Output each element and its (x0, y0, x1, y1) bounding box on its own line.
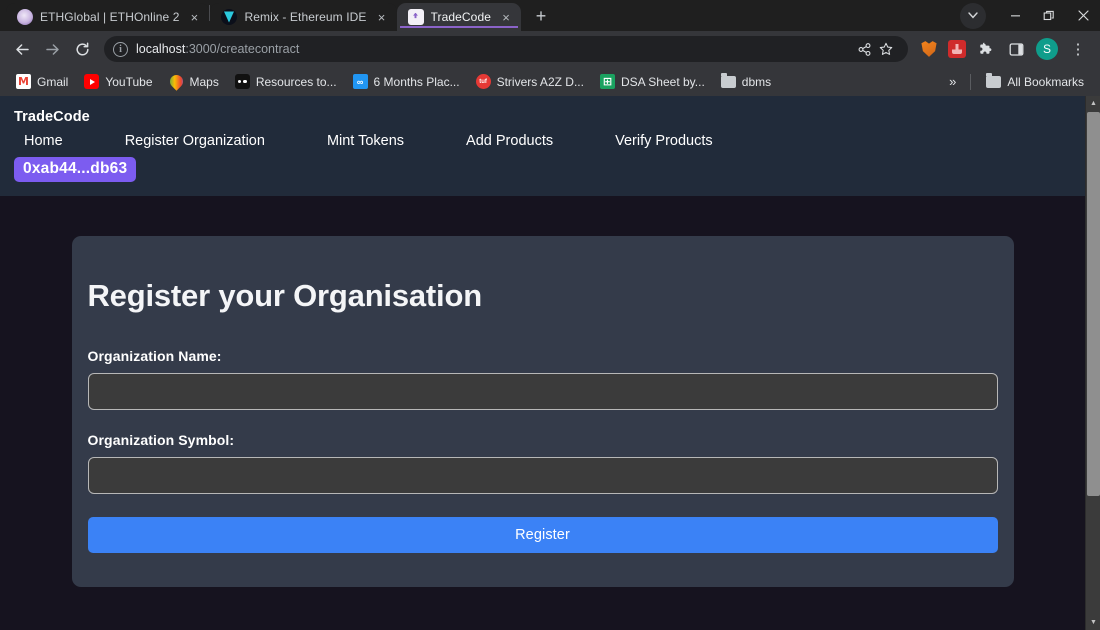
page-content: Register your Organisation Organization … (0, 196, 1085, 587)
folder-icon (986, 72, 1002, 89)
nav-links: Home Register Organization Mint Tokens A… (14, 133, 1085, 149)
bookmark-6-months-placement[interactable]: ∞ 6 Months Plac... (345, 70, 468, 93)
folder-icon (720, 72, 736, 89)
reload-icon[interactable] (68, 35, 96, 63)
bookmark-youtube[interactable]: YouTube (76, 70, 160, 93)
nav-link-register-organization[interactable]: Register Organization (125, 133, 265, 149)
scroll-up-icon[interactable]: ▲ (1086, 96, 1100, 111)
browser-tab-ethglobal[interactable]: ETHGlobal | ETHOnline 2 × (6, 3, 210, 31)
bookmark-maps[interactable]: Maps (161, 70, 227, 93)
wallet-address-badge[interactable]: 0xab44...db63 (14, 157, 137, 182)
bookmarks-divider (970, 73, 972, 90)
forward-icon[interactable] (38, 35, 66, 63)
close-icon[interactable]: × (498, 9, 514, 25)
dots-icon (234, 74, 250, 89)
bookmarks-bar-right: » All Bookmarks (942, 70, 1092, 93)
bookmark-label: Maps (189, 74, 219, 89)
nav-link-home[interactable]: Home (24, 133, 63, 149)
bookmark-resources[interactable]: Resources to... (227, 70, 345, 93)
all-bookmarks-label: All Bookmarks (1007, 74, 1084, 89)
nav-link-add-products[interactable]: Add Products (466, 133, 553, 149)
bookmark-strivers-a2z[interactable]: tuf Strivers A2Z D... (468, 70, 592, 93)
profile-avatar[interactable]: S (1036, 38, 1058, 60)
bookmark-folder-dbms[interactable]: dbms (713, 70, 779, 93)
bookmark-label: YouTube (105, 74, 153, 89)
url-path: :3000/createcontract (185, 42, 300, 56)
scrollbar-thumb[interactable] (1087, 112, 1100, 496)
close-icon[interactable]: × (374, 9, 390, 25)
maximize-button[interactable] (1032, 0, 1066, 31)
page-title: Register your Organisation (87, 278, 483, 313)
gmail-icon: M (16, 74, 31, 89)
bookmark-dsa-sheet[interactable]: ⊞ DSA Sheet by... (592, 70, 713, 93)
bookmark-label: dbms (741, 74, 772, 89)
youtube-icon (84, 74, 100, 89)
scroll-down-icon[interactable]: ▼ (1086, 615, 1100, 630)
bookmark-label: Strivers A2Z D... (496, 74, 584, 89)
browser-tab-tradecode[interactable]: TradeCode × (396, 3, 521, 31)
bookmarks-bar: M Gmail YouTube Maps Resources to... ∞ 6… (0, 67, 1100, 96)
tab-title: Remix - Ethereum IDE (244, 10, 367, 24)
organization-name-input[interactable] (87, 373, 998, 410)
organization-name-label: Organization Name: (87, 348, 222, 364)
site-info-icon[interactable]: i (113, 41, 128, 57)
nav-link-verify-products[interactable]: Verify Products (615, 133, 713, 149)
tab-title: TradeCode (430, 10, 491, 24)
site-brand[interactable]: TradeCode (14, 109, 1085, 125)
page-viewport: TradeCode Home Register Organization Min… (0, 96, 1100, 630)
web-page: TradeCode Home Register Organization Min… (0, 96, 1085, 630)
sheet-icon: ⊞ (599, 74, 615, 89)
omnibox-actions (854, 39, 896, 59)
metamask-extension-icon[interactable] (921, 41, 937, 57)
organization-symbol-input[interactable] (87, 457, 998, 494)
register-organisation-card: Register your Organisation Organization … (71, 236, 1014, 587)
side-panel-icon[interactable] (1002, 35, 1030, 63)
minimize-button[interactable] (998, 0, 1032, 31)
tab-strip: ETHGlobal | ETHOnline 2 × Remix - Ethere… (0, 0, 1100, 31)
close-icon[interactable]: × (186, 9, 202, 25)
infinity-icon: ∞ (352, 74, 368, 89)
url-text: localhost:3000/createcontract (136, 42, 846, 56)
maps-icon (166, 72, 186, 91)
tradecode-icon (399, 9, 518, 28)
takeuforward-icon: tuf (475, 74, 491, 89)
tab-search-icon[interactable] (960, 2, 986, 29)
new-tab-button[interactable]: + (527, 2, 555, 30)
browser-tab-remix[interactable]: Remix - Ethereum IDE × (210, 3, 397, 31)
tab-title: ETHGlobal | ETHOnline 2 (40, 10, 180, 24)
close-window-button[interactable] (1066, 0, 1100, 31)
share-icon[interactable] (854, 39, 874, 59)
bookmark-gmail[interactable]: M Gmail (8, 70, 76, 93)
bookmark-label: Gmail (37, 74, 69, 89)
browser-menu-icon[interactable]: ⋮ (1064, 35, 1092, 63)
window-controls (960, 0, 1100, 31)
red-extension-icon[interactable] (948, 40, 966, 58)
remix-icon (221, 9, 238, 25)
address-bar[interactable]: i localhost:3000/createcontract (104, 36, 908, 62)
organization-symbol-label: Organization Symbol: (87, 432, 235, 448)
bookmark-label: DSA Sheet by... (620, 74, 705, 89)
nav-link-mint-tokens[interactable]: Mint Tokens (327, 133, 404, 149)
back-icon[interactable] (8, 35, 36, 63)
bookmark-label: Resources to... (255, 74, 337, 89)
site-navbar: TradeCode Home Register Organization Min… (0, 96, 1085, 196)
bookmark-label: 6 Months Plac... (373, 74, 460, 89)
page-scrollbar[interactable]: ▲ ▼ (1085, 96, 1100, 630)
extensions-puzzle-icon[interactable] (972, 35, 1000, 63)
register-button[interactable]: Register (87, 517, 998, 553)
url-host: localhost (136, 42, 186, 56)
all-bookmarks-button[interactable]: All Bookmarks (978, 70, 1092, 93)
browser-toolbar: i localhost:3000/createcontract S ⋮ (0, 31, 1100, 67)
bookmarks-overflow-icon[interactable]: » (942, 71, 963, 92)
ethglobal-icon (17, 9, 33, 25)
bookmark-star-icon[interactable] (876, 39, 896, 59)
browser-window: ETHGlobal | ETHOnline 2 × Remix - Ethere… (0, 0, 1100, 630)
